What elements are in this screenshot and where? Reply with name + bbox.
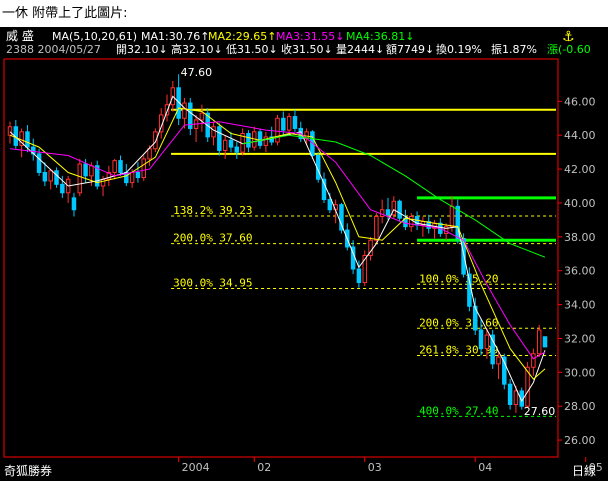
close-value: 收31.50↓ (281, 42, 333, 56)
candle-body (211, 126, 216, 138)
candle-body (42, 171, 48, 182)
candle-body (246, 133, 251, 148)
y-tick-label: 44.00 (564, 129, 596, 142)
candle-body (112, 160, 117, 173)
candle-body (478, 329, 484, 350)
candle-body (339, 204, 344, 231)
y-tick-label: 36.00 (564, 265, 596, 278)
hline-label: 400.0% 27.40 (419, 404, 498, 417)
candle-body (531, 353, 536, 368)
candlestick-chart: 138.2% 39.23200.0% 37.60300.0% 34.95 100.… (3, 28, 603, 478)
high-value: 高32.10↓ (171, 42, 223, 56)
source-label: 奇狐勝券 (4, 463, 52, 478)
candle-body (48, 170, 53, 182)
x-tick-label: 03 (368, 461, 382, 474)
y-tick-label: 40.00 (564, 197, 596, 210)
candle-body (83, 163, 88, 177)
candle-body (275, 117, 280, 143)
y-tick-label: 28.00 (564, 400, 596, 413)
candle-body (327, 199, 333, 211)
candle-body (292, 116, 298, 129)
candle-body (222, 139, 228, 151)
candle-body (409, 216, 414, 228)
x-tick-label: 04 (478, 461, 492, 474)
candle-body (379, 209, 385, 218)
candle-body (141, 158, 146, 179)
candle-body (77, 163, 83, 194)
plot-border (3, 58, 559, 458)
candle-body (100, 178, 106, 187)
candle-body (36, 153, 42, 173)
hline-label: 300.0% 34.95 (173, 276, 252, 289)
amplitude-value: 振1.87% (491, 42, 537, 56)
candle-body (228, 139, 234, 148)
candle-body (449, 205, 455, 228)
candle-body (89, 165, 94, 177)
ma-params: MA(5,10,20,61) (52, 30, 137, 43)
low-value: 低31.50↓ (226, 43, 278, 56)
y-tick-label: 46.00 (564, 95, 596, 108)
ma1-value: MA1:30.76↑ (141, 30, 209, 43)
change-value: 漲(-0.60 (547, 43, 591, 56)
y-tick-label: 30.00 (564, 366, 596, 379)
stock-chart-panel: 138.2% 39.23 200.0% 37.60 300.0% 34.95 100.… (0, 27, 608, 481)
hline-label: 200.0% 37.60 (173, 232, 252, 245)
candle-body (153, 131, 158, 150)
y-tick-label: 38.00 (564, 231, 596, 244)
candle-body (281, 117, 286, 131)
candle-body (542, 336, 548, 348)
y-tick-label: 26.00 (564, 434, 596, 447)
ma4-value: MA4:36.81↓ (346, 30, 414, 43)
post-caption: 一休 附帶上了此圖片: (0, 0, 608, 27)
chart-frame (3, 58, 559, 458)
amount-value: 額7749↓ (386, 43, 434, 56)
candle-body (199, 112, 205, 121)
candle-body (182, 102, 187, 119)
candle-body (257, 131, 263, 146)
candle-body (513, 390, 519, 405)
candle-body (484, 334, 490, 350)
candle-body (147, 148, 152, 160)
candle-body (234, 146, 240, 153)
candle-body (356, 268, 362, 284)
turnover-value: 換0.19% (436, 43, 482, 56)
price-annotation: 27.60 (524, 405, 556, 418)
candle-body (536, 329, 542, 355)
candle-body (385, 209, 391, 216)
candle-body (490, 334, 495, 365)
ma2-value: MA2:29.65↑ (208, 30, 276, 43)
candle-body (54, 170, 59, 185)
hline-label: 200.0% 32.60 (419, 316, 498, 329)
candle-body (25, 131, 30, 148)
candle-body (60, 183, 65, 194)
candle-body (135, 171, 141, 179)
stock-name: 威 盛 (6, 28, 34, 43)
y-tick-label: 32.00 (564, 332, 596, 345)
ma-line-ma2 (9, 107, 546, 380)
y-tick-label: 34.00 (564, 299, 596, 312)
candle-body (118, 160, 123, 173)
candle-body (507, 383, 513, 405)
volume-value: 量2444↓ (336, 43, 384, 56)
period-label[interactable]: 日線 (572, 463, 596, 478)
price-annotation: 47.60 (181, 66, 213, 79)
code-date: 2388 2004/05/27 (6, 43, 101, 56)
candle-body (374, 216, 379, 241)
candle-body (217, 126, 222, 151)
x-tick-label: 02 (257, 461, 271, 474)
ma3-value: MA3:31.55↓ (276, 30, 344, 43)
open-value: 開32.10↓ (116, 43, 168, 56)
hline-label: 138.2% 39.23 (173, 204, 252, 217)
x-axis: 2004 02 03 04 05 (4, 456, 603, 474)
candle-body (397, 200, 402, 219)
candle-body (286, 116, 292, 131)
candle-body (7, 126, 13, 136)
candle-body (496, 356, 501, 365)
candle-body (71, 197, 77, 211)
y-axis: 26.00 28.00 30.00 32.00 34.00 36.00 38.00 40.00… (558, 95, 596, 447)
candle-body (129, 171, 135, 184)
x-tick-label: 2004 (182, 461, 210, 474)
y-tick-label: 42.00 (564, 163, 596, 176)
